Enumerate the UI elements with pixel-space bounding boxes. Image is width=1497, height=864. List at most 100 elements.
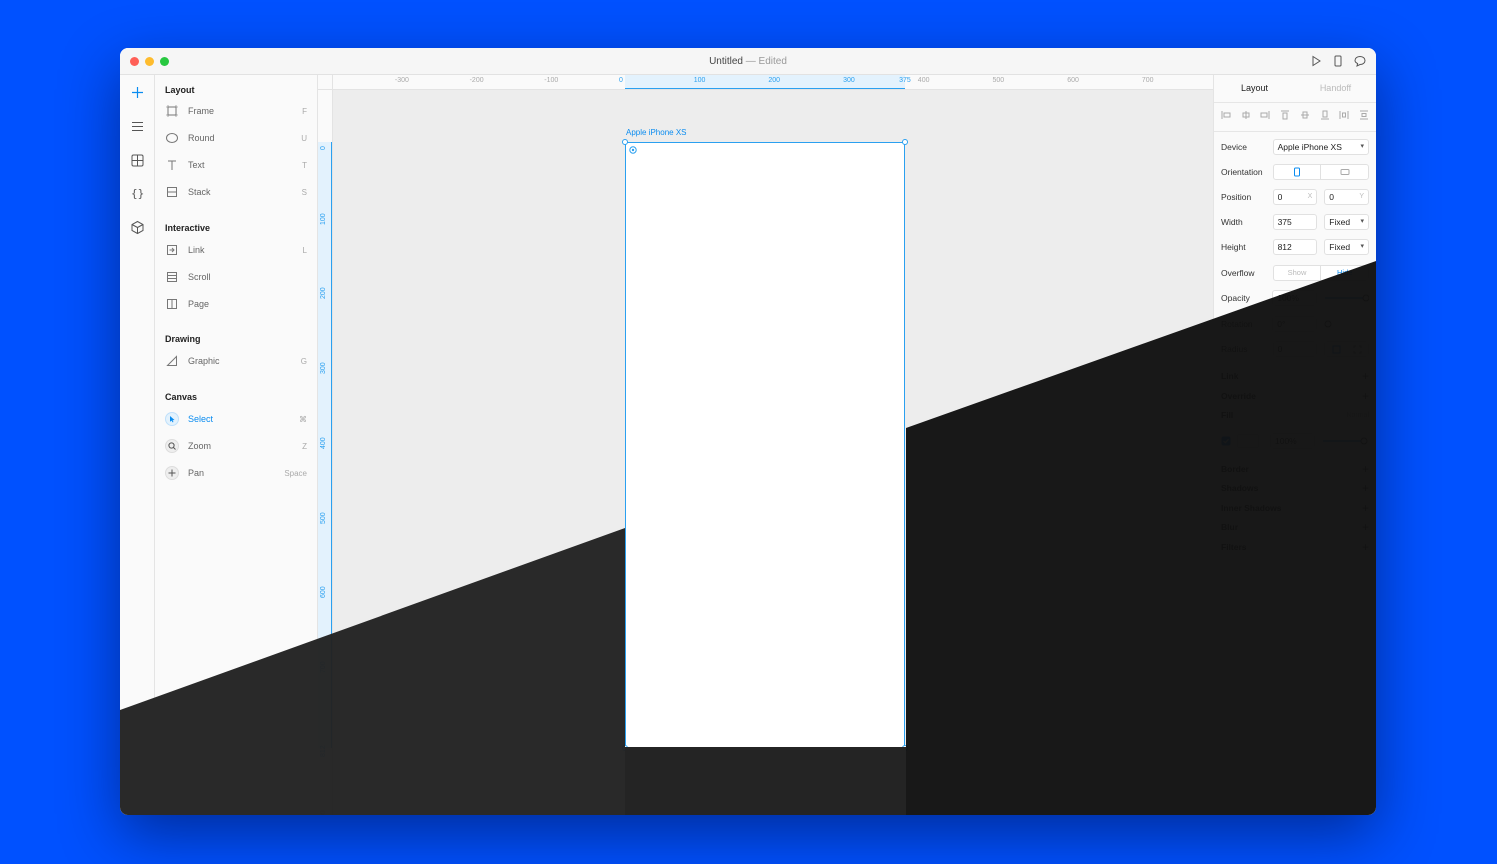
shortcut-key: Space <box>284 468 307 478</box>
radius-value: 0 <box>1277 344 1283 354</box>
tool-select[interactable]: Select ⌘ <box>165 410 307 428</box>
fill-opacity-input[interactable]: 100% <box>1270 433 1315 449</box>
add-icon[interactable]: + <box>1362 481 1369 495</box>
resize-handle-top-right[interactable] <box>902 139 908 145</box>
tool-stack[interactable]: Stack S <box>165 183 307 201</box>
ruler-tick-label: 700 <box>1141 77 1154 84</box>
section-filters[interactable]: Filters + <box>1221 539 1369 555</box>
link-icon <box>165 243 179 257</box>
orientation-control <box>1272 164 1369 180</box>
section-link[interactable]: Link + <box>1221 368 1369 384</box>
width-mode: Fixed <box>1329 217 1351 227</box>
add-icon[interactable]: + <box>1362 389 1369 403</box>
tool-scroll[interactable]: Scroll <box>165 268 307 286</box>
play-icon[interactable] <box>1310 55 1322 67</box>
distribute-h-icon[interactable] <box>1339 110 1349 120</box>
canvas[interactable]: -300 -200 -100 0 100 200 300 375 400 500 600 700 0 1… <box>318 75 1213 815</box>
add-icon[interactable]: + <box>1362 369 1369 383</box>
distribute-v-icon[interactable] <box>1359 110 1369 120</box>
tool-round[interactable]: Round U <box>165 129 307 147</box>
section-shadows[interactable]: Shadows + <box>1221 480 1369 496</box>
section-blur[interactable]: Blur + <box>1221 519 1369 535</box>
resize-handle-top-left[interactable] <box>622 139 628 145</box>
blend-mode[interactable]: Normal <box>1346 412 1369 419</box>
page-icon <box>165 297 179 311</box>
align-right-icon[interactable] <box>1260 110 1270 120</box>
radius-input[interactable]: 0 <box>1272 341 1318 357</box>
tool-label: Select <box>188 414 214 424</box>
tool-label: Graphic <box>188 356 220 366</box>
tab-layout[interactable]: Layout <box>1214 75 1295 102</box>
overflow-show-button[interactable]: Show <box>1274 266 1322 280</box>
app-window: Untitled — Edited {} Layout Frame F Round… <box>120 48 1376 815</box>
align-toolbar <box>1221 110 1369 122</box>
align-bottom-icon[interactable] <box>1320 110 1330 120</box>
section-title-interactive: Interactive <box>165 223 211 233</box>
fill-opacity-slider[interactable] <box>1322 435 1368 447</box>
rotation-slider[interactable] <box>1324 318 1369 330</box>
section-override[interactable]: Override + <box>1221 388 1369 404</box>
height-input[interactable]: 812 <box>1272 239 1318 255</box>
opacity-input[interactable]: 100% <box>1272 290 1317 306</box>
section-fill[interactable]: Fill Normal <box>1221 407 1369 423</box>
frame-label[interactable]: Apple iPhone XS <box>626 128 687 137</box>
section-border[interactable]: Border + <box>1221 461 1369 477</box>
tool-graphic[interactable]: Graphic G <box>165 352 307 370</box>
tool-link[interactable]: Link L <box>165 241 307 259</box>
align-top-icon[interactable] <box>1280 110 1290 120</box>
landscape-button[interactable] <box>1321 165 1368 179</box>
window-title: Untitled — Edited <box>120 56 1376 67</box>
plus-icon[interactable] <box>130 85 145 100</box>
shortcut-key: T <box>302 160 307 170</box>
fill-checkbox[interactable] <box>1221 436 1231 446</box>
tool-page[interactable]: Page <box>165 295 307 313</box>
section-label: Shadows <box>1221 483 1259 493</box>
tool-zoom[interactable]: Zoom Z <box>165 437 307 455</box>
left-rail: {} <box>120 75 155 815</box>
device-icon[interactable] <box>1332 55 1344 67</box>
fill-color-swatch[interactable] <box>1237 434 1259 448</box>
height-mode-select[interactable]: Fixed ▾ <box>1324 239 1370 255</box>
align-center-h-icon[interactable] <box>1241 110 1251 120</box>
add-icon[interactable]: + <box>1362 462 1369 476</box>
tool-pan[interactable]: Pan Space <box>165 464 307 482</box>
width-input[interactable]: 375 <box>1272 214 1318 230</box>
iphone-frame[interactable] <box>625 142 905 748</box>
fill-row: 100% <box>1221 432 1369 450</box>
position-x-input[interactable]: 0X <box>1272 189 1318 205</box>
scroll-icon <box>165 270 179 284</box>
portrait-button[interactable] <box>1274 165 1322 179</box>
opacity-slider[interactable] <box>1324 292 1369 304</box>
tool-text[interactable]: Text T <box>165 156 307 174</box>
y-value: 0 <box>1329 192 1335 202</box>
device-select[interactable]: Apple iPhone XS ▾ <box>1272 139 1369 155</box>
cube-icon[interactable] <box>130 220 145 235</box>
tool-frame[interactable]: Frame F <box>165 102 307 120</box>
tab-handoff[interactable]: Handoff <box>1295 75 1376 102</box>
align-left-icon[interactable] <box>1221 110 1231 120</box>
comment-icon[interactable] <box>1354 55 1366 67</box>
x-value: 0 <box>1277 192 1283 202</box>
add-icon[interactable]: + <box>1362 520 1369 534</box>
width-mode-select[interactable]: Fixed ▾ <box>1324 214 1370 230</box>
section-inner-shadows[interactable]: Inner Shadows + <box>1221 500 1369 516</box>
cursor-icon <box>165 412 179 426</box>
radius-independent-button[interactable] <box>1347 342 1368 356</box>
align-middle-icon[interactable] <box>1300 110 1310 120</box>
code-braces-icon[interactable]: {} <box>130 186 145 201</box>
rotation-input[interactable]: 0° <box>1272 316 1317 332</box>
chevron-down-icon: ▾ <box>1360 143 1364 150</box>
menu-icon[interactable] <box>130 119 145 134</box>
ruler-tick-label: 600 <box>1067 77 1079 84</box>
portrait-icon <box>1293 167 1300 177</box>
shortcut-key: L <box>302 245 307 255</box>
position-y-input[interactable]: 0Y <box>1324 189 1370 205</box>
radius-row: Radius 0 <box>1221 340 1369 358</box>
grid-icon[interactable] <box>130 153 145 168</box>
add-icon[interactable]: + <box>1362 540 1369 554</box>
overflow-hide-button[interactable]: Hide <box>1321 266 1368 280</box>
height-row: Height 812 Fixed ▾ <box>1221 238 1370 256</box>
ruler-tick-label: 500 <box>320 511 327 524</box>
add-icon[interactable]: + <box>1362 501 1369 515</box>
radius-uniform-button[interactable] <box>1325 342 1346 356</box>
